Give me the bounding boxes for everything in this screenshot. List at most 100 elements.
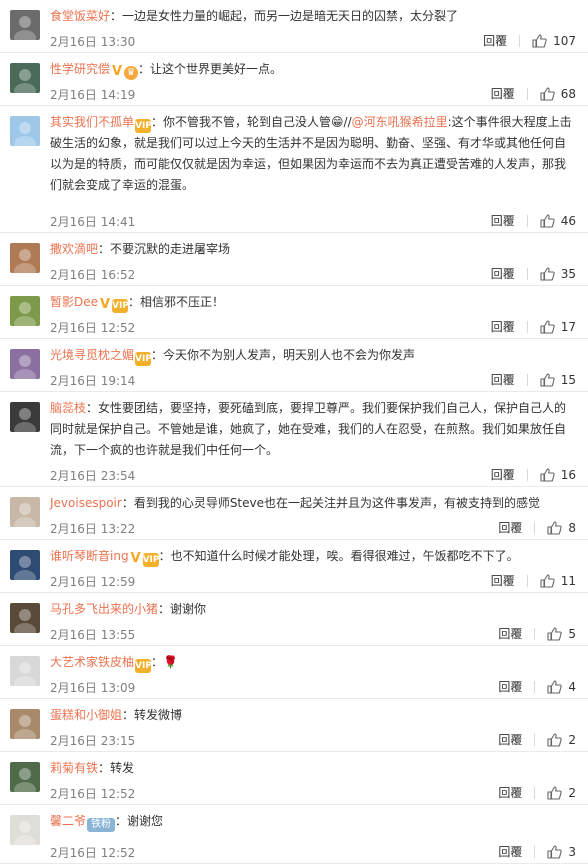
comment-actions: 回覆 46 <box>491 212 576 229</box>
like-count: 68 <box>560 86 576 101</box>
avatar[interactable] <box>10 762 40 792</box>
reply-button[interactable]: 回覆 <box>491 466 515 483</box>
like-button[interactable]: 8 <box>546 520 576 536</box>
comment-username[interactable]: 莉菊有铁 <box>50 761 98 775</box>
reply-button[interactable]: 回覆 <box>483 32 507 49</box>
avatar[interactable] <box>10 497 40 527</box>
avatar[interactable] <box>10 116 40 146</box>
reply-button[interactable]: 回覆 <box>498 731 522 748</box>
comment-item: 谁听琴断音ing V VIP：也不知道什么时候才能处理，唉。看得很难过，午饭都吃不下… <box>0 540 588 593</box>
comment-actions: 回覆 35 <box>491 265 576 282</box>
avatar[interactable] <box>10 709 40 739</box>
reply-button[interactable]: 回覆 <box>491 572 515 589</box>
comment-username[interactable]: 脑蕊枝 <box>50 401 86 415</box>
comment-item: 性学研究偿 V ♛ ：让这个世界更美好一点。 2月16日 14:19 回覆 68 <box>0 53 588 106</box>
thumbs-up-icon <box>539 213 561 229</box>
comment-username[interactable]: 马孔多飞出来的小猪 <box>50 602 158 616</box>
comment-username[interactable]: 性学研究偿 <box>50 62 110 76</box>
comment-item: 大艺术家铁皮柚VIP：🌹 2月16日 13:09 回覆 4 <box>0 646 588 699</box>
comment-text: ：转发 <box>98 761 135 775</box>
avatar[interactable] <box>10 550 40 580</box>
comment-text: ：转发微博 <box>122 708 183 722</box>
comment-username[interactable]: Jevoisespoir <box>50 496 122 510</box>
comment-actions: 回覆 107 <box>483 32 576 49</box>
like-button[interactable]: 4 <box>546 679 576 695</box>
reply-button[interactable]: 回覆 <box>498 784 522 801</box>
comment-time: 2月16日 13:30 <box>50 35 136 49</box>
comment-content: 蛋糕和小御姐：转发微博 <box>50 705 576 726</box>
avatar[interactable] <box>10 243 40 273</box>
comment-text: ：女性要团结，要坚持，要死磕到底，要捍卫尊严。我们要保护我们自己人，保护自己人的… <box>50 401 567 457</box>
avatar[interactable] <box>10 815 40 845</box>
comment-username[interactable]: 食堂饭菜好 <box>50 9 110 23</box>
avatar[interactable] <box>10 296 40 326</box>
like-button[interactable]: 11 <box>539 573 576 589</box>
divider <box>526 87 528 100</box>
thumbs-up-icon <box>531 33 553 49</box>
comment-content: 谁听琴断音ing V VIP：也不知道什么时候才能处理，唉。看得很难过，午饭都吃不下… <box>50 546 576 567</box>
comment-item: 撒欢滴吧：不要沉默的走进屠宰场 2月16日 16:52 回覆 35 <box>0 233 588 286</box>
reply-button[interactable]: 回覆 <box>498 678 522 695</box>
like-button[interactable]: 46 <box>539 213 576 229</box>
like-count: 107 <box>553 33 576 48</box>
comment-username[interactable]: 暂影Dee <box>50 295 98 309</box>
divider <box>534 627 536 640</box>
divider <box>534 845 536 858</box>
avatar[interactable] <box>10 656 40 686</box>
like-button[interactable]: 3 <box>546 844 576 860</box>
reply-button[interactable]: 回覆 <box>498 843 522 860</box>
comment-username[interactable]: 蛋糕和小御姐 <box>50 708 122 722</box>
mention-link[interactable]: @河东吼猴希拉里 <box>352 115 448 129</box>
like-count: 2 <box>568 785 576 800</box>
comment-username[interactable]: 撒欢滴吧 <box>50 242 98 256</box>
avatar[interactable] <box>10 10 40 40</box>
comment-username[interactable]: 馨二爷 <box>50 814 86 828</box>
like-button[interactable]: 68 <box>539 86 576 102</box>
crown-icon: ♛ <box>124 66 139 80</box>
reply-button[interactable]: 回覆 <box>491 265 515 282</box>
comment-item: 馨二爷 铁粉 ：谢谢您 2月16日 12:52 回覆 3 <box>0 805 588 864</box>
avatar[interactable] <box>10 402 40 432</box>
like-count: 5 <box>568 626 576 641</box>
reply-button[interactable]: 回覆 <box>491 371 515 388</box>
comment-time: 2月16日 13:09 <box>50 681 136 695</box>
divider <box>526 574 528 587</box>
like-button[interactable]: 35 <box>539 266 576 282</box>
reply-button[interactable]: 回覆 <box>498 519 522 536</box>
thumbs-up-icon <box>539 86 561 102</box>
comment-list: 食堂饭菜好：一边是女性力量的崛起，而另一边是暗无天日的囚禁，太分裂了 2月16日 … <box>0 0 588 864</box>
comment-content: 马孔多飞出来的小猪：谢谢你 <box>50 599 576 620</box>
comment-content: 其实我们不孤单VIP：你不管我不管，轮到自己没人管😁//@河东吼猴希拉里:这个事… <box>50 112 576 196</box>
comment-item: 马孔多飞出来的小猪：谢谢你 2月16日 13:55 回覆 5 <box>0 593 588 646</box>
thumbs-up-icon <box>546 520 568 536</box>
reply-button[interactable]: 回覆 <box>498 625 522 642</box>
comment-actions: 回覆 15 <box>491 371 576 388</box>
comment-username[interactable]: 大艺术家铁皮柚 <box>50 655 134 669</box>
reply-button[interactable]: 回覆 <box>491 318 515 335</box>
reply-button[interactable]: 回覆 <box>491 212 515 229</box>
comment-username[interactable]: 谁听琴断音ing <box>50 549 129 563</box>
comment-item: 光境寻觅枕之媚VIP：今天你不为别人发声，明天别人也不会为你发声 2月16日 19… <box>0 339 588 392</box>
like-button[interactable]: 15 <box>539 372 576 388</box>
avatar[interactable] <box>10 63 40 93</box>
like-button[interactable]: 17 <box>539 319 576 335</box>
comment-actions: 回覆 8 <box>498 519 576 536</box>
comment-username[interactable]: 其实我们不孤单 <box>50 115 134 129</box>
like-count: 8 <box>568 520 576 535</box>
thumbs-up-icon <box>539 319 561 335</box>
comment-content: 大艺术家铁皮柚VIP：🌹 <box>50 652 576 673</box>
like-button[interactable]: 2 <box>546 732 576 748</box>
comment-username[interactable]: 光境寻觅枕之媚 <box>50 348 134 362</box>
comment-item: 其实我们不孤单VIP：你不管我不管，轮到自己没人管😁//@河东吼猴希拉里:这个事… <box>0 106 588 233</box>
comment-content: 性学研究偿 V ♛ ：让这个世界更美好一点。 <box>50 59 576 80</box>
reply-button[interactable]: 回覆 <box>491 85 515 102</box>
avatar[interactable] <box>10 603 40 633</box>
comment-content: Jevoisespoir：看到我的心灵导师Steve也在一起关注并且为这件事发声… <box>50 493 576 514</box>
avatar[interactable] <box>10 349 40 379</box>
divider <box>519 34 521 47</box>
comment-text: ：🌹 <box>151 655 178 669</box>
like-button[interactable]: 16 <box>539 467 576 483</box>
like-button[interactable]: 107 <box>531 33 576 49</box>
like-button[interactable]: 5 <box>546 626 576 642</box>
like-button[interactable]: 2 <box>546 785 576 801</box>
